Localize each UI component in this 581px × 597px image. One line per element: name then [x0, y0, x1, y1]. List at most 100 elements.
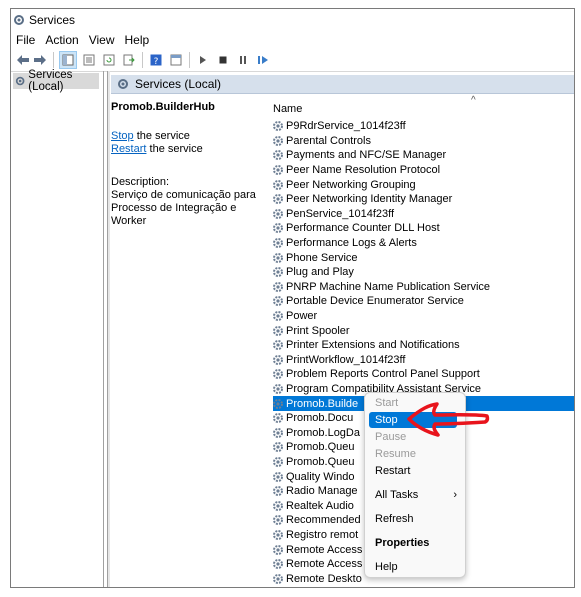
service-gear-icon: [273, 135, 283, 146]
service-name: Payments and NFC/SE Manager: [286, 149, 447, 162]
table-row[interactable]: PenService_1014f23ff: [273, 207, 574, 222]
tree-item-label: Services (Local): [28, 69, 73, 93]
service-name: Peer Networking Identity Manager: [286, 193, 453, 206]
sort-ascending-indicator: ^: [471, 95, 476, 106]
pane-splitter[interactable]: [107, 71, 110, 587]
context-menu-refresh[interactable]: Refresh: [365, 511, 465, 527]
service-gear-icon: [273, 413, 283, 424]
back-icon[interactable]: [15, 52, 31, 68]
service-gear-icon: [273, 281, 283, 292]
table-row[interactable]: Parental Controls: [273, 134, 574, 149]
service-name: Print Spooler: [286, 324, 350, 337]
service-name: Promob.Queu: [286, 441, 355, 454]
service-name: Quality Windo: [286, 470, 355, 483]
column-header-name[interactable]: ^ Name: [273, 93, 574, 117]
list-view-icon[interactable]: [81, 52, 97, 68]
service-gear-icon: [273, 529, 283, 540]
table-row[interactable]: P9RdrService_1014f23ff: [273, 119, 574, 134]
export-list-icon[interactable]: [121, 52, 137, 68]
service-name: Problem Reports Control Panel Support: [286, 368, 480, 381]
service-name: Performance Counter DLL Host: [286, 222, 440, 235]
service-name: Remote Desktop Services: [286, 587, 413, 588]
restart-service-link[interactable]: Restart: [111, 143, 146, 155]
service-gear-icon: [273, 383, 283, 394]
service-name: Power: [286, 310, 318, 323]
service-name: Performance Logs & Alerts: [286, 237, 417, 250]
properties-pane-icon[interactable]: [168, 52, 184, 68]
table-row[interactable]: Remote Desktop Services: [272, 586, 574, 588]
show-hide-tree-icon[interactable]: [59, 51, 77, 69]
menu-file[interactable]: File: [11, 33, 40, 47]
service-name: PrintWorkflow_1014f23ff: [286, 353, 406, 366]
table-row[interactable]: Performance Logs & Alerts: [273, 236, 574, 251]
restart-link-suffix: the service: [146, 143, 203, 155]
context-menu-resume: Resume: [375, 448, 416, 460]
service-detail-panel: Promob.BuilderHub Stop the service Resta…: [111, 101, 269, 228]
restart-service-icon[interactable]: [255, 52, 271, 68]
table-row[interactable]: Phone Service: [273, 250, 574, 265]
table-row[interactable]: Peer Networking Identity Manager: [273, 192, 574, 207]
service-name: Portable Device Enumerator Service: [286, 295, 464, 308]
service-gear-icon: [273, 369, 283, 380]
context-menu-restart[interactable]: Restart: [365, 463, 465, 479]
service-name: Printer Extensions and Notifications: [286, 339, 460, 352]
refresh-icon[interactable]: [101, 52, 117, 68]
service-gear-icon: [273, 486, 283, 497]
forward-icon[interactable]: [32, 52, 48, 68]
stop-service-icon[interactable]: [215, 52, 231, 68]
service-gear-icon: [273, 223, 283, 234]
menu-help[interactable]: Help: [120, 33, 155, 47]
service-gear-icon: [273, 238, 283, 249]
svg-text:?: ?: [154, 57, 159, 66]
service-name: Remote Access: [286, 558, 363, 571]
service-gear-icon: [273, 500, 283, 511]
services-icon: [118, 79, 128, 89]
service-name: Promob.Builde: [286, 397, 359, 410]
service-name: Plug and Play: [286, 266, 354, 279]
table-row[interactable]: Peer Networking Grouping: [273, 177, 574, 192]
service-name: Phone Service: [286, 251, 358, 264]
stop-service-link[interactable]: Stop: [111, 130, 134, 142]
context-menu-properties[interactable]: Properties: [365, 535, 465, 551]
table-row[interactable]: Peer Name Resolution Protocol: [273, 163, 574, 178]
context-menu-help[interactable]: Help: [365, 559, 465, 575]
services-icon: [15, 76, 25, 86]
table-row[interactable]: Power: [273, 309, 574, 324]
chevron-right-icon: ›: [453, 489, 457, 501]
pause-service-icon[interactable]: [235, 52, 251, 68]
service-gear-icon: [273, 296, 283, 307]
menu-action[interactable]: Action: [40, 33, 83, 47]
description-text: Serviço de comunicação para Processo de …: [111, 189, 256, 227]
service-gear-icon: [273, 456, 283, 467]
menu-bar: File Action View Help: [11, 31, 574, 49]
service-name: Recommended: [286, 514, 361, 527]
service-gear-icon: [273, 515, 283, 526]
services-pane: Services (Local) Promob.BuilderHub Stop …: [111, 71, 574, 587]
service-gear-icon: [273, 311, 283, 322]
service-gear-icon: [272, 587, 284, 588]
service-name: PNRP Machine Name Publication Service: [286, 280, 490, 293]
table-row[interactable]: Plug and Play: [273, 265, 574, 280]
table-row[interactable]: Portable Device Enumerator Service: [273, 294, 574, 309]
start-service-icon[interactable]: [195, 52, 211, 68]
help-icon[interactable]: ?: [148, 52, 164, 68]
service-name: Promob.Docu: [286, 412, 354, 425]
navigation-tree: Services (Local): [11, 69, 104, 587]
service-name: Promob.LogDa: [286, 426, 360, 439]
table-row[interactable]: Printer Extensions and Notifications: [273, 338, 574, 353]
table-row[interactable]: Payments and NFC/SE Manager: [273, 148, 574, 163]
table-row[interactable]: Performance Counter DLL Host: [273, 221, 574, 236]
table-row[interactable]: PNRP Machine Name Publication Service: [273, 280, 574, 295]
service-name: Realtek Audio: [286, 499, 354, 512]
service-gear-icon: [273, 398, 283, 409]
table-row[interactable]: Problem Reports Control Panel Support: [273, 367, 574, 382]
toolbar-separator: [189, 52, 190, 68]
table-row[interactable]: PrintWorkflow_1014f23ff: [273, 353, 574, 368]
menu-view[interactable]: View: [84, 33, 120, 47]
context-menu-all-tasks[interactable]: All Tasks ›: [365, 487, 465, 503]
service-gear-icon: [273, 194, 283, 205]
description-label: Description:: [111, 176, 170, 188]
table-row[interactable]: Print Spooler: [273, 323, 574, 338]
service-gear-icon: [273, 544, 283, 555]
tree-item-services-local[interactable]: Services (Local): [13, 69, 99, 93]
